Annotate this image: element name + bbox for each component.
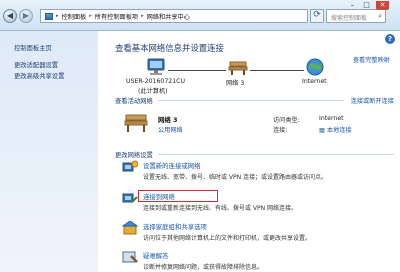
troubleshoot-link[interactable]: 疑难解答: [143, 251, 169, 260]
network-bench-icon: [124, 114, 148, 132]
homegroup-icon: [122, 221, 138, 235]
main-panel: ? 查看基本网络信息并设置连接 查看完整映射 USER-20160721CU (…: [98, 31, 400, 272]
breadcrumb-all-items[interactable]: 所有控制面板项: [95, 12, 138, 21]
access-type-label: 访问类型:: [273, 117, 300, 124]
task-description: 连接到或重新连接到无线、有线、拨号或 VPN 网络连接。: [143, 205, 298, 212]
troubleshoot-icon: [122, 251, 138, 263]
back-button[interactable]: ◀: [3, 9, 17, 23]
divider: [158, 154, 394, 155]
sidebar-item-adapter-settings[interactable]: 更改适配器设置: [14, 60, 58, 69]
connect-network-icon: [122, 193, 138, 203]
refresh-button[interactable]: ⟳: [310, 9, 324, 23]
sidebar-item-advanced-sharing[interactable]: 更改高级共享设置: [14, 71, 64, 80]
search-input[interactable]: 搜索控制面板 ⌕: [326, 9, 386, 23]
setup-new-connection-link[interactable]: 设置新的连接或网络: [143, 161, 201, 170]
active-networks-label: 查看活动网络: [115, 98, 153, 105]
chevron-right-icon: ▸: [141, 13, 144, 19]
network-category-link[interactable]: 公用网络: [158, 125, 183, 134]
network-bench-icon: [228, 61, 248, 75]
divider: [158, 100, 344, 101]
change-settings-label: 更改网络设置: [115, 152, 153, 159]
address-bar[interactable]: ▸ 控制面板 ▸ 所有控制面板项 ▸ 网络和共享中心: [40, 9, 308, 23]
sidebar-item-home[interactable]: 控制面板主页: [14, 43, 52, 52]
forward-button[interactable]: ▶: [19, 9, 33, 23]
network-adapter-icon: ▦: [319, 127, 325, 134]
control-panel-icon: [45, 12, 53, 20]
task-description: 访问位于其他网络计算机上的文件和打印机，或更改共享设置。: [143, 235, 312, 242]
title-bar: ◀ ▶ ▸ 控制面板 ▸ 所有控制面板项 ▸ 网络和共享中心 ⟳ 搜索控制面板 …: [0, 0, 400, 31]
connection-line: [250, 70, 304, 71]
breadcrumb-network-center[interactable]: 网络和共享中心: [147, 12, 190, 21]
close-button[interactable]: ✕: [376, 1, 389, 10]
connect-to-network-link[interactable]: 连接到网络: [143, 192, 175, 201]
internet-node-label: Internet: [302, 78, 327, 85]
task-description: 诊断并修复网络问题，或获得故障排除信息。: [143, 264, 264, 271]
connection-line: [168, 70, 226, 71]
local-connection-link[interactable]: ▦ 本地连接: [319, 125, 352, 134]
new-connection-icon: [122, 160, 138, 172]
sidebar: 控制面板主页 更改适配器设置 更改高级共享设置: [0, 31, 98, 272]
task-description: 设置无线、宽带、拨号、临时或 VPN 连接；或设置路由器或访问点。: [143, 174, 328, 181]
active-network-name: 网络 3: [158, 116, 178, 124]
page-title: 查看基本网络信息并设置连接: [115, 43, 224, 53]
minimize-button[interactable]: –: [346, 1, 359, 10]
help-icon[interactable]: ?: [385, 34, 395, 44]
local-connection-label: 本地连接: [326, 127, 352, 134]
globe-icon: [306, 58, 324, 76]
breadcrumb-control-panel[interactable]: 控制面板: [62, 12, 87, 21]
computer-icon: [147, 58, 165, 75]
network-node-label: 网络 3: [226, 80, 245, 87]
computer-sublabel: (此计算机): [138, 88, 168, 95]
homegroup-sharing-link[interactable]: 选择家庭组和共享选项: [143, 222, 207, 231]
full-map-link[interactable]: 查看完整映射: [353, 55, 390, 64]
access-type-value: Internet: [319, 115, 344, 122]
search-icon: ⌕: [378, 12, 382, 20]
computer-name: USER-20160721CU: [126, 78, 185, 85]
connection-label: 连接:: [273, 127, 288, 134]
chevron-right-icon: ▸: [89, 13, 92, 19]
search-placeholder: 搜索控制面板: [331, 15, 368, 22]
connect-disconnect-link[interactable]: 连接或断开连接: [351, 96, 394, 105]
chevron-right-icon: ▸: [56, 13, 59, 19]
maximize-button[interactable]: □: [360, 1, 373, 10]
